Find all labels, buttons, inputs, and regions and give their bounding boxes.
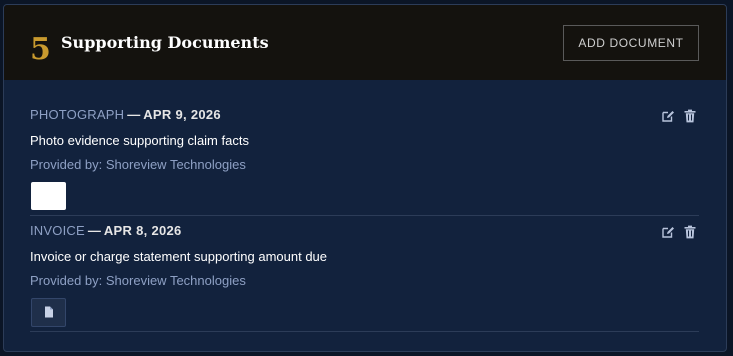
document-date: APR 8, 2026: [103, 223, 182, 238]
supporting-documents-card: 5 Supporting Documents ADD DOCUMENT PHOT…: [3, 4, 727, 352]
document-description: Photo evidence supporting claim facts: [30, 133, 249, 148]
document-type: INVOICE: [30, 223, 85, 238]
document-item: INVOICE — APR 8, 2026 Invoice or charge st: [30, 222, 699, 332]
document-separator: —: [127, 107, 141, 122]
document-actions: [661, 108, 697, 123]
file-thumbnail[interactable]: [31, 298, 66, 327]
file-icon: [44, 303, 54, 322]
document-header: PHOTOGRAPH — APR 9, 2026: [30, 106, 221, 124]
section-header: 5 Supporting Documents ADD DOCUMENT: [4, 5, 726, 80]
trash-icon[interactable]: [683, 224, 697, 239]
add-document-button[interactable]: ADD DOCUMENT: [563, 25, 699, 61]
document-date: APR 9, 2026: [143, 107, 221, 122]
edit-icon[interactable]: [661, 108, 675, 122]
photo-thumbnail[interactable]: [31, 182, 66, 210]
document-description: Invoice or charge statement supporting a…: [30, 249, 328, 264]
trash-icon[interactable]: [683, 108, 697, 123]
document-header: INVOICE — APR 8, 2026: [30, 222, 182, 240]
document-provider: Provided by: Shoreview Technologies: [30, 157, 246, 172]
edit-icon[interactable]: [661, 224, 675, 238]
section-title: Supporting Documents: [61, 33, 269, 52]
document-separator: —: [87, 223, 101, 238]
document-type: PHOTOGRAPH: [30, 107, 125, 122]
document-actions: [661, 224, 697, 239]
document-provider: Provided by: Shoreview Technologies: [30, 273, 246, 288]
document-item: PHOTOGRAPH — APR 9, 2026 Photo evidence su: [30, 106, 699, 216]
step-number: 5: [30, 32, 51, 67]
